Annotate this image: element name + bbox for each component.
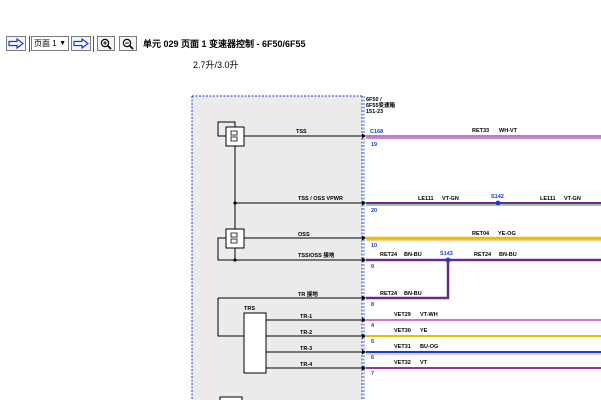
wire-circuit: RET04	[472, 231, 490, 237]
pin-number: 10	[371, 243, 377, 249]
wire-color: YE-OG	[498, 231, 516, 237]
pin-number: 9	[371, 264, 374, 270]
wire-color: BN-BU	[404, 291, 422, 297]
pin-number: 20	[371, 208, 377, 214]
pin-number: 5	[371, 339, 374, 345]
wire-circuit: VET32	[394, 360, 411, 366]
wire-color: VT-GN	[442, 196, 459, 202]
wiring-diagram: 6F50 / 6F55变速箱 151-23 TRS TSS TSS / OSS …	[191, 95, 601, 400]
pin-number: 19	[371, 142, 377, 148]
pin-number: 6	[371, 355, 374, 361]
module-label-line3: 151-23	[366, 109, 383, 115]
pin-number: 7	[371, 371, 374, 377]
wire-labels: RET33 WH-VT LE111 VT-GN LE111 VT-GN RET0…	[380, 128, 581, 366]
input-label-tr-ground: TR 接地	[298, 290, 318, 298]
wire-color: BU-OG	[420, 344, 438, 350]
wire-color: VT-GN	[564, 196, 581, 202]
wire-circuit: VET31	[394, 344, 411, 350]
input-label-tss: TSS	[296, 129, 307, 135]
module-label-line2: 6F55变速箱	[366, 101, 396, 109]
wire-color: YE	[420, 328, 428, 334]
splice-label-s142: S142	[491, 194, 504, 200]
wire-circuit: RET24	[474, 252, 492, 258]
wire-color: VT	[420, 360, 428, 366]
wire-circuit: VET30	[394, 328, 411, 334]
connector-id: C168	[370, 129, 383, 135]
splice-s143	[445, 257, 451, 263]
input-label-oss: OSS	[298, 232, 310, 238]
wire-circuit: RET33	[472, 128, 489, 134]
pin-number: 8	[371, 302, 374, 308]
wire-circuit: LE111	[540, 196, 556, 202]
wire-circuit: RET24	[380, 291, 398, 297]
input-label-tr3: TR-3	[300, 346, 312, 352]
wire-circuit: VET29	[394, 312, 411, 318]
wire-circuit: LE111	[418, 196, 434, 202]
tss-sensor	[225, 126, 245, 147]
wire-color: BN-BU	[499, 252, 517, 258]
wire-color: BN-BU	[404, 252, 422, 258]
wire-circuit: RET24	[380, 252, 398, 258]
pin-number: 4	[371, 323, 375, 329]
trs-label: TRS	[244, 306, 255, 312]
input-label-ground: TSS/OSS 接地	[298, 251, 335, 259]
input-label-vpwr: TSS / OSS VPWR	[298, 196, 343, 202]
junction-dot	[233, 258, 237, 262]
oss-sensor	[225, 228, 245, 249]
splice-label-s143: S143	[440, 251, 453, 257]
input-label-tr4: TR-4	[300, 362, 313, 368]
splice-s142	[495, 200, 501, 206]
wire-color: VT-WH	[420, 312, 438, 318]
wire-color: WH-VT	[499, 128, 518, 134]
trs-switch	[243, 312, 267, 374]
input-label-tr1: TR-1	[300, 314, 312, 320]
input-label-tr2: TR-2	[300, 330, 312, 336]
junction-dot	[233, 201, 237, 205]
